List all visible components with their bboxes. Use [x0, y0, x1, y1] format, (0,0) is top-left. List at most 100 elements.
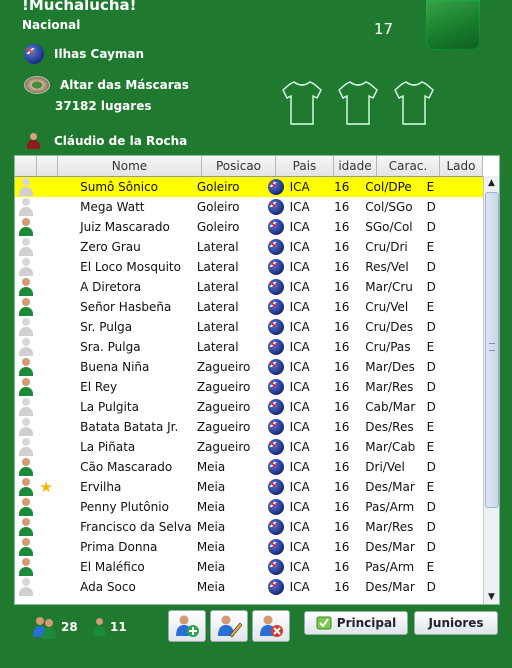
table-row[interactable]: Mega Watt Goleiro ICA 16 Col/SGo D — [15, 197, 483, 217]
table-row[interactable]: Cão Mascarado Meia ICA 16 Dri/Vel D — [15, 457, 483, 477]
player-country: ICA — [266, 579, 322, 595]
player-side: D — [426, 320, 436, 334]
player-avatar-icon — [18, 478, 34, 496]
player-name: A Diretora — [80, 280, 142, 294]
player-country-code: ICA — [289, 500, 310, 514]
third-shirt-icon[interactable] — [394, 80, 434, 126]
player-avatar — [15, 238, 36, 256]
player-side: D — [426, 380, 436, 394]
edit-player-button[interactable] — [210, 610, 248, 642]
player-country-code: ICA — [289, 340, 310, 354]
total-players-count: 28 — [61, 620, 78, 634]
players-table[interactable]: Nome Posicao Pais idade Carac. Lado Sumô… — [14, 155, 500, 605]
player-country: ICA — [266, 299, 322, 315]
country-row: Ilhas Cayman — [24, 44, 144, 64]
table-row[interactable]: ★ Ervilha Meia ICA 16 Des/Mar E — [15, 477, 483, 497]
remove-player-button[interactable] — [252, 610, 290, 642]
player-side: D — [426, 260, 436, 274]
player-traits: Cru/Pas — [365, 340, 411, 354]
player-side: D — [426, 540, 436, 554]
player-avatar-icon — [18, 578, 34, 596]
add-player-button[interactable] — [168, 610, 206, 642]
table-row[interactable]: El Maléfico Meia ICA 16 Pas/Arm E — [15, 557, 483, 577]
player-position: Meia — [196, 480, 226, 494]
header-star[interactable] — [37, 156, 58, 176]
player-country: ICA — [266, 439, 322, 455]
team-name: !Muchalucha! — [22, 0, 137, 14]
player-position: Meia — [196, 520, 226, 534]
player-position: Zagueiro — [196, 420, 251, 434]
header-lado[interactable]: Lado — [440, 156, 483, 176]
principal-button[interactable]: Principal — [304, 611, 408, 635]
header-idade[interactable]: idade — [334, 156, 377, 176]
flag-icon — [267, 559, 284, 575]
remove-player-icon — [260, 615, 283, 637]
player-avatar-icon — [18, 258, 34, 276]
table-row[interactable]: Prima Donna Meia ICA 16 Des/Mar D — [15, 537, 483, 557]
table-row[interactable]: El Loco Mosquito Lateral ICA 16 Res/Vel D — [15, 257, 483, 277]
player-avatar-icon — [18, 178, 34, 196]
table-row[interactable]: A Diretora Lateral ICA 16 Mar/Cru D — [15, 277, 483, 297]
table-row[interactable]: Sra. Pulga Lateral ICA 16 Cru/Pas E — [15, 337, 483, 357]
principal-label: Principal — [336, 616, 397, 630]
player-traits: Cab/Mar — [365, 400, 416, 414]
player-traits: Col/DPe — [365, 180, 412, 194]
player-name: Sumô Sônico — [80, 180, 159, 194]
table-row[interactable]: Batata Batata Jr. Zagueiro ICA 16 Des/Res E — [15, 417, 483, 437]
team-logo-box — [426, 0, 480, 50]
player-age: 16 — [334, 580, 350, 594]
table-row[interactable]: Francisco da Selva Meia ICA 16 Mar/Res D — [15, 517, 483, 537]
stadium-row: Altar das Máscaras — [24, 75, 189, 95]
away-shirt-icon[interactable] — [338, 80, 378, 126]
player-avatar-icon — [18, 378, 34, 396]
player-position: Meia — [196, 500, 226, 514]
player-position: Goleiro — [196, 200, 240, 214]
player-avatar-icon — [18, 278, 34, 296]
player-avatar-icon — [18, 358, 34, 376]
scroll-down-icon[interactable]: ▼ — [484, 590, 499, 604]
table-row[interactable]: La Pulgita Zagueiro ICA 16 Cab/Mar D — [15, 397, 483, 417]
player-avatar — [15, 418, 36, 436]
table-row[interactable]: Penny Plutônio Meia ICA 16 Pas/Arm D — [15, 497, 483, 517]
player-traits: Cru/Des — [365, 320, 414, 334]
table-row[interactable]: La Piñata Zagueiro ICA 16 Mar/Cab E — [15, 437, 483, 457]
table-row[interactable]: Ada Soco Meia ICA 16 Des/Mar D — [15, 577, 483, 597]
table-scrollbar[interactable]: ▲ ▼ — [483, 176, 499, 604]
player-country: ICA — [266, 559, 322, 575]
player-avatar — [15, 458, 36, 476]
player-name: Ada Soco — [80, 580, 136, 594]
player-avatar — [15, 298, 36, 316]
home-shirt-icon[interactable] — [282, 80, 322, 126]
scroll-thumb[interactable] — [485, 192, 499, 508]
player-country-code: ICA — [289, 220, 310, 234]
player-age: 16 — [334, 300, 350, 314]
table-row[interactable]: Sumô Sônico Goleiro ICA 16 Col/DPe E — [15, 177, 483, 197]
table-row[interactable]: Buena Niña Zagueiro ICA 16 Mar/Des D — [15, 357, 483, 377]
player-name: Mega Watt — [80, 200, 145, 214]
table-row[interactable]: Señor Hasbeña Lateral ICA 16 Cru/Vel E — [15, 297, 483, 317]
flag-icon — [267, 319, 284, 335]
player-avatar — [15, 358, 36, 376]
header-nome[interactable]: Nome — [58, 156, 202, 176]
juniores-button[interactable]: Juniores — [414, 611, 498, 635]
player-side: D — [426, 520, 436, 534]
player-avatar — [15, 478, 36, 496]
player-name: Juiz Mascarado — [80, 220, 170, 234]
player-avatar-icon — [18, 538, 34, 556]
team-league: Nacional — [22, 18, 81, 32]
header-pais[interactable]: Pais — [276, 156, 334, 176]
header-avatar[interactable] — [15, 156, 37, 176]
table-row[interactable]: El Rey Zagueiro ICA 16 Mar/Res D — [15, 377, 483, 397]
scroll-up-icon[interactable]: ▲ — [484, 176, 499, 190]
player-name: Batata Batata Jr. — [80, 420, 179, 434]
star-cell: ★ — [36, 480, 56, 495]
table-row[interactable]: Zero Grau Lateral ICA 16 Cru/Dri E — [15, 237, 483, 257]
flag-icon — [267, 259, 284, 275]
header-carac[interactable]: Carac. — [377, 156, 440, 176]
flag-icon — [267, 459, 284, 475]
table-row[interactable]: Sr. Pulga Lateral ICA 16 Cru/Des D — [15, 317, 483, 337]
header-posicao[interactable]: Posicao — [202, 156, 276, 176]
table-row[interactable]: Juiz Mascarado Goleiro ICA 16 SGo/Col D — [15, 217, 483, 237]
flag-icon — [267, 479, 284, 495]
flag-icon — [267, 299, 284, 315]
